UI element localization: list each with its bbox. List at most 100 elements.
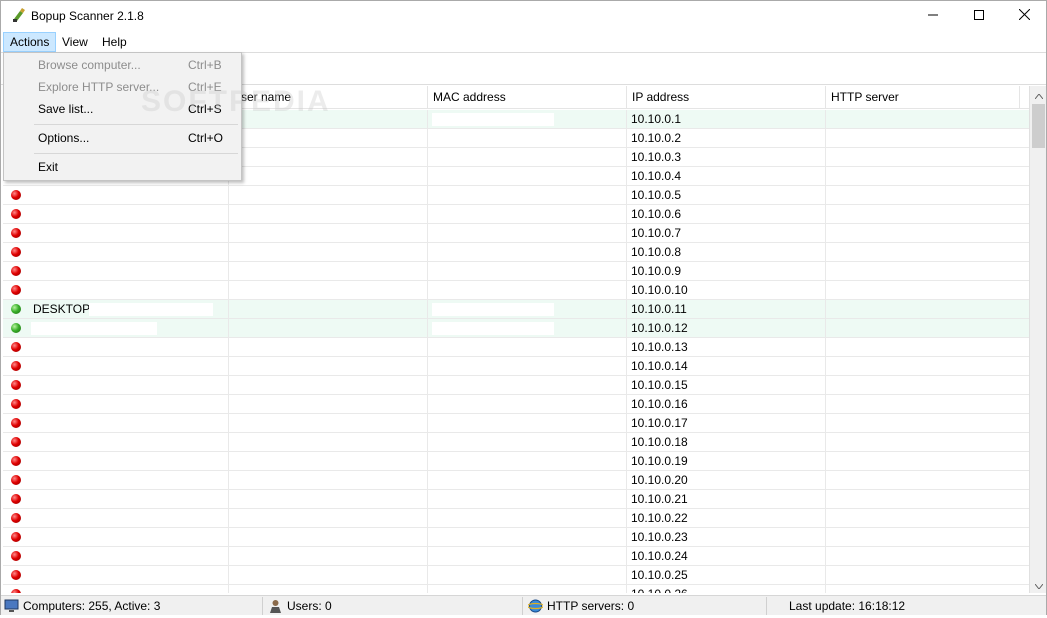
table-row[interactable]: 10.10.0.18 [3,433,1029,452]
cell-http-server [826,376,1020,395]
cell-ip-address: 10.10.0.8 [627,243,826,262]
menu-item-exit[interactable]: Exit [5,156,240,178]
table-row[interactable]: DESKTOP- 10.10.0.11 [3,300,1029,319]
cell-user-name [229,148,428,167]
minimize-icon [928,9,938,23]
table-row[interactable]: 10.10.0.7 [3,224,1029,243]
cell-http-server [826,110,1020,129]
table-row[interactable]: 10.10.0.10 [3,281,1029,300]
maximize-button[interactable] [956,1,1002,31]
menu-item-shortcut: Ctrl+B [188,58,222,72]
cell-http-server [826,129,1020,148]
status-offline-icon [11,551,21,561]
cell-http-server [826,490,1020,509]
column-header-http-server[interactable]: HTTP server [826,86,1020,109]
cell-ip-address: 10.10.0.16 [627,395,826,414]
cell-computer-name [3,566,229,585]
cell-user-name [229,300,428,319]
cell-ip-address: 10.10.0.6 [627,205,826,224]
table-row[interactable]: 10.10.0.23 [3,528,1029,547]
table-row[interactable]: 10.10.0.13 [3,338,1029,357]
table-row[interactable]: 10.10.0.19 [3,452,1029,471]
cell-mac-address [428,281,627,300]
table-row[interactable]: 10.10.0.15 [3,376,1029,395]
table-row[interactable]: 10.10.0.8 [3,243,1029,262]
table-row[interactable]: 10.10.0.25 [3,566,1029,585]
table-row[interactable]: 10.10.0.20 [3,471,1029,490]
menu-item-label: Options... [38,131,90,145]
menu-item-shortcut: Ctrl+S [188,102,222,116]
menu-help[interactable]: Help [96,32,133,52]
scroll-up-button[interactable] [1030,86,1047,103]
menu-actions[interactable]: Actions [3,32,57,52]
menu-item-options[interactable]: Options... Ctrl+O [5,127,240,149]
minimize-button[interactable] [910,1,956,31]
menu-item-shortcut: Ctrl+E [188,80,222,94]
cell-user-name [229,338,428,357]
cell-user-name [229,395,428,414]
table-row[interactable]: 10.10.0.5 [3,186,1029,205]
cell-ip-address: 10.10.0.22 [627,509,826,528]
cell-ip-address: 10.10.0.5 [627,186,826,205]
cell-mac-address [428,566,627,585]
cell-http-server [826,585,1020,593]
cell-ip-address: 10.10.0.26 [627,585,826,593]
cell-computer-name [3,547,229,566]
table-row[interactable]: 10.10.0.16 [3,395,1029,414]
redacted-mac-block [432,322,554,335]
cell-http-server [826,281,1020,300]
table-row[interactable]: 10.10.0.21 [3,490,1029,509]
actions-dropdown-menu: Browse computer... Ctrl+B Explore HTTP s… [3,52,242,181]
menu-item-label: Browse computer... [38,58,141,72]
vertical-scrollbar[interactable] [1029,86,1046,593]
table-row[interactable]: 10.10.0.9 [3,262,1029,281]
cell-user-name [229,129,428,148]
column-header-mac-address[interactable]: MAC address [428,86,627,109]
cell-http-server [826,148,1020,167]
cell-computer-name [3,490,229,509]
cell-user-name [229,471,428,490]
scroll-down-button[interactable] [1030,576,1047,593]
status-offline-icon [11,418,21,428]
menu-view[interactable]: View [56,32,94,52]
cell-http-server [826,433,1020,452]
column-header-user-name[interactable]: ser name [229,86,428,109]
scroll-thumb[interactable] [1032,104,1045,148]
cell-user-name [229,547,428,566]
status-users: Users: 0 [265,597,523,615]
cell-http-server [826,300,1020,319]
cell-http-server [826,528,1020,547]
menu-item-browse-computer[interactable]: Browse computer... Ctrl+B [5,54,240,76]
cell-user-name [229,243,428,262]
cell-ip-address: 10.10.0.24 [627,547,826,566]
cell-computer-name [3,433,229,452]
table-row[interactable]: 10.10.0.26 [3,585,1029,593]
cell-ip-address: 10.10.0.18 [627,433,826,452]
status-offline-icon [11,513,21,523]
table-row[interactable]: 10.10.0.14 [3,357,1029,376]
menu-item-explore-http-server[interactable]: Explore HTTP server... Ctrl+E [5,76,240,98]
column-header-ip-address[interactable]: IP address [627,86,826,109]
menu-separator [34,124,238,125]
cell-user-name [229,433,428,452]
globe-icon [526,599,545,613]
menu-item-save-list[interactable]: Save list... Ctrl+S [5,98,240,120]
cell-http-server [826,452,1020,471]
cell-http-server [826,357,1020,376]
table-row[interactable]: 10.10.0.6 [3,205,1029,224]
close-button[interactable] [1001,1,1047,31]
cell-mac-address [428,167,627,186]
cell-mac-address [428,414,627,433]
cell-user-name [229,452,428,471]
status-offline-icon [11,190,21,200]
cell-computer-name [3,243,229,262]
status-offline-icon [11,228,21,238]
cell-user-name [229,110,428,129]
table-row[interactable]: 10.10.0.12 [3,319,1029,338]
cell-user-name [229,376,428,395]
title-bar[interactable]: Bopup Scanner 2.1.8 [1,1,1046,31]
table-row[interactable]: 10.10.0.22 [3,509,1029,528]
table-row[interactable]: 10.10.0.17 [3,414,1029,433]
table-row[interactable]: 10.10.0.24 [3,547,1029,566]
status-offline-icon [11,570,21,580]
